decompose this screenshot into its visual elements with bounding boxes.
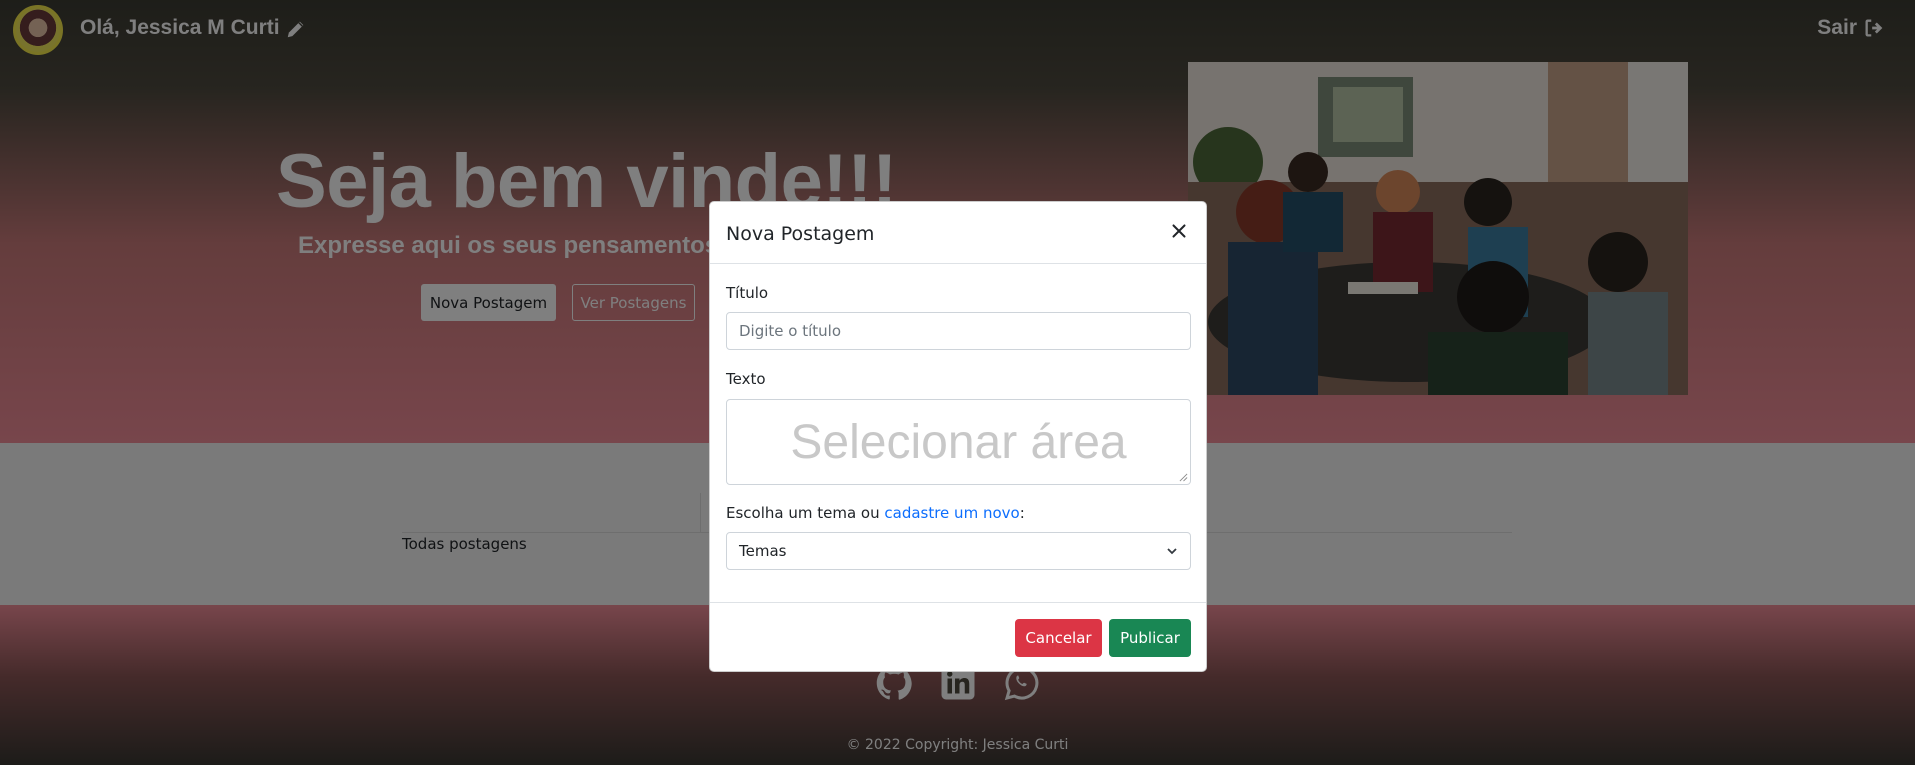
theme-select[interactable]: Temas <box>726 532 1191 570</box>
register-theme-link[interactable]: cadastre um novo <box>884 504 1019 522</box>
theme-label-suffix: : <box>1019 504 1025 522</box>
title-field-label: Título <box>726 284 769 302</box>
modal-footer-divider <box>710 602 1206 603</box>
modal-header: Nova Postagem <box>710 202 1206 264</box>
text-area[interactable]: Selecionar área <box>726 399 1191 485</box>
select-area-overlay: Selecionar área <box>790 415 1127 469</box>
theme-select-value: Temas <box>739 542 787 560</box>
new-post-modal: Nova Postagem Título Digite o título Tex… <box>709 201 1207 672</box>
chevron-down-icon <box>1167 548 1177 555</box>
publish-button[interactable]: Publicar <box>1109 619 1191 657</box>
title-input[interactable]: Digite o título <box>726 312 1191 350</box>
modal-title: Nova Postagem <box>726 223 875 245</box>
title-input-placeholder: Digite o título <box>739 322 842 340</box>
theme-label-text: Escolha um tema ou <box>726 504 885 522</box>
resize-grip-icon[interactable] <box>1179 473 1188 482</box>
text-field-label: Texto <box>726 370 766 388</box>
theme-field-label: Escolha um tema ou cadastre um novo: <box>726 504 1025 522</box>
cancel-button[interactable]: Cancelar <box>1015 619 1102 657</box>
close-icon[interactable] <box>1168 220 1190 242</box>
